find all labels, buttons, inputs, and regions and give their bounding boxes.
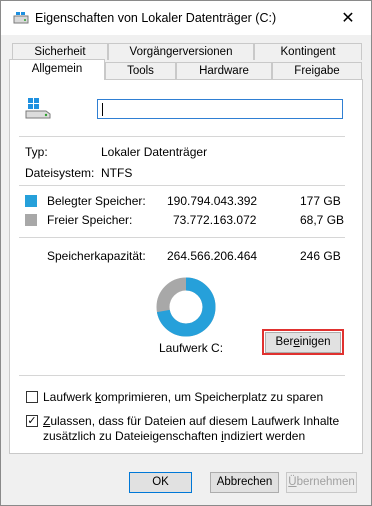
cancel-button[interactable]: Abbrechen — [210, 472, 279, 493]
used-space-bytes: 190.794.043.392 — [167, 194, 258, 208]
type-value: Lokaler Datenträger — [101, 145, 208, 159]
properties-window: Eigenschaften von Lokaler Datenträger (C… — [0, 0, 372, 506]
drive-icon — [13, 12, 29, 24]
used-space-size: 177 GB — [300, 194, 341, 208]
ok-button[interactable]: OK — [129, 472, 192, 493]
tab-sicherheit[interactable]: Sicherheit — [12, 43, 108, 60]
drive-icon — [25, 98, 51, 119]
text-caret — [102, 103, 103, 116]
tab-hardware[interactable]: Hardware — [176, 62, 272, 79]
divider — [19, 375, 345, 376]
title-bar: Eigenschaften von Lokaler Datenträger (C… — [1, 1, 371, 35]
compress-checkbox[interactable] — [26, 391, 38, 403]
close-icon: ✕ — [341, 10, 355, 27]
compress-label: Laufwerk komprimieren, um Speicherplatz … — [43, 390, 324, 404]
divider — [19, 185, 345, 186]
free-space-bytes: 73.772.163.072 — [173, 213, 257, 227]
drive-label: Laufwerk C: — [159, 341, 224, 355]
filesystem-label: Dateisystem: — [25, 166, 95, 180]
filesystem-value: NTFS — [101, 166, 133, 180]
free-space-label: Freier Speicher: — [47, 213, 133, 227]
tab-allgemein[interactable]: Allgemein — [9, 59, 105, 80]
window-title: Eigenschaften von Lokaler Datenträger (C… — [35, 11, 277, 25]
index-checkbox[interactable]: ✓ — [26, 415, 38, 427]
capacity-size: 246 GB — [300, 249, 341, 263]
capacity-label: Speicherkapazität: — [47, 249, 146, 263]
capacity-bytes: 264.566.206.464 — [167, 249, 258, 263]
drive-name-input[interactable] — [97, 99, 343, 119]
highlight-box — [262, 329, 344, 355]
tab-kontingent[interactable]: Kontingent — [254, 43, 362, 60]
free-space-swatch — [25, 214, 37, 226]
close-button[interactable]: ✕ — [325, 1, 371, 35]
tab-freigabe[interactable]: Freigabe — [272, 62, 362, 79]
index-label-line1: Zulassen, dass für Dateien auf diesem La… — [43, 414, 340, 428]
free-space-size: 68,7 GB — [300, 213, 345, 227]
divider — [19, 237, 345, 238]
type-label: Typ: — [25, 145, 48, 159]
tab-vorgaengerversionen[interactable]: Vorgängerversionen — [108, 43, 254, 60]
tab-tools[interactable]: Tools — [105, 62, 176, 79]
used-space-label: Belegter Speicher: — [47, 194, 146, 208]
usage-donut-chart — [156, 277, 216, 337]
apply-button[interactable]: Übernehmen — [286, 472, 357, 493]
used-space-swatch — [25, 195, 37, 207]
index-label-line2: zusätzlich zu Dateieigenschaften indizie… — [43, 429, 306, 443]
divider — [19, 136, 345, 137]
